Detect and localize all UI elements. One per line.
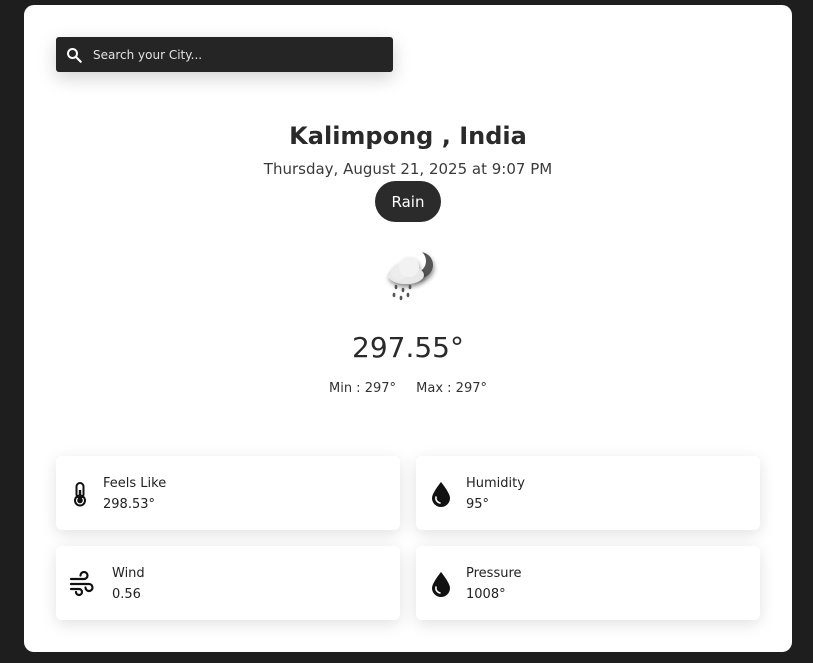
water-drop-icon xyxy=(432,572,450,597)
max-temperature: Max : 297° xyxy=(416,381,487,396)
humidity-tile: Humidity 95° xyxy=(416,456,760,530)
city-name: Kalimpong , India xyxy=(289,122,527,150)
weather-condition-badge: Rain xyxy=(375,181,441,222)
wind-icon xyxy=(69,571,94,597)
min-max-temperature: Min : 297° Max : 297° xyxy=(24,381,792,396)
pressure-tile: Pressure 1008° xyxy=(416,546,760,620)
search-input[interactable] xyxy=(93,47,393,62)
humidity-label: Humidity xyxy=(466,476,525,491)
search-icon[interactable] xyxy=(65,46,83,64)
wind-label: Wind xyxy=(112,566,145,581)
search-bar[interactable] xyxy=(56,37,393,72)
pressure-value: 1008° xyxy=(466,587,506,602)
pressure-label: Pressure xyxy=(466,566,522,581)
wind-value: 0.56 xyxy=(112,587,141,602)
humidity-value: 95° xyxy=(466,497,490,512)
feels-like-label: Feels Like xyxy=(103,476,167,491)
feels-like-tile: Feels Like 298.53° xyxy=(56,456,400,530)
water-drop-icon xyxy=(432,482,450,507)
weather-condition-label: Rain xyxy=(391,192,425,211)
rain-cloud-night-icon xyxy=(388,249,433,301)
thermometer-icon xyxy=(74,482,86,507)
current-temperature: 297.55° xyxy=(352,331,464,364)
feels-like-value: 298.53° xyxy=(103,497,155,512)
min-temperature: Min : 297° xyxy=(328,381,397,396)
weather-card: Kalimpong , India Thursday, August 21, 2… xyxy=(24,5,792,652)
date-time: Thursday, August 21, 2025 at 9:07 PM xyxy=(263,160,553,178)
wind-tile: Wind 0.56 xyxy=(56,546,400,620)
